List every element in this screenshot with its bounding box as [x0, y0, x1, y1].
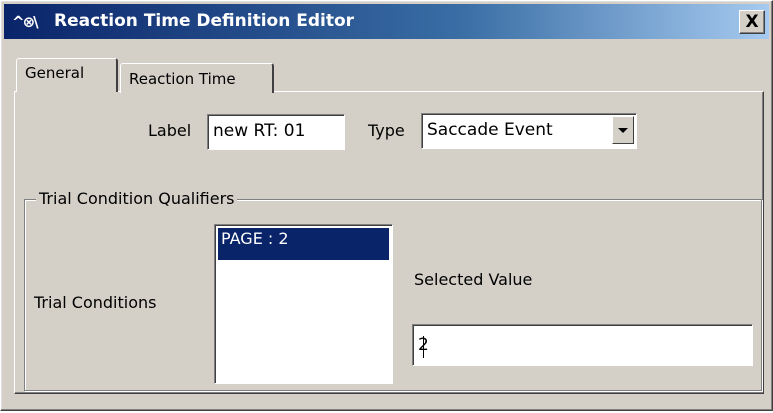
title-bar[interactable]: ^⊗\ Reaction Time Definition Editor X [4, 4, 769, 39]
list-item[interactable]: PAGE : 2 [218, 228, 389, 260]
text-caret [423, 336, 424, 358]
tab-reaction-time[interactable]: Reaction Time [120, 63, 274, 93]
window-title: Reaction Time Definition Editor [54, 11, 355, 31]
tab-reaction-time-label: Reaction Time [129, 70, 236, 88]
label-input[interactable]: new RT: 01 [207, 114, 345, 150]
close-button[interactable]: X [739, 10, 765, 34]
tab-general[interactable]: General [16, 58, 118, 92]
dropdown-button[interactable] [612, 116, 634, 144]
selected-value-input[interactable]: 2 [412, 324, 753, 366]
list-item-label: PAGE : 2 [221, 229, 289, 248]
tab-general-label: General [25, 64, 85, 82]
group-title: Trial Condition Qualifiers [36, 189, 238, 209]
chevron-down-icon [618, 128, 628, 133]
type-caption: Type [368, 121, 405, 140]
type-dropdown[interactable]: Saccade Event [421, 113, 637, 149]
label-input-value: new RT: 01 [213, 121, 306, 141]
type-dropdown-value: Saccade Event [427, 120, 553, 140]
trial-conditions-listbox[interactable]: PAGE : 2 [214, 224, 393, 384]
app-icon: ^⊗\ [12, 13, 39, 31]
label-caption: Label [148, 121, 192, 140]
selected-value-caption: Selected Value [414, 270, 533, 289]
trial-conditions-caption: Trial Conditions [34, 293, 157, 312]
close-icon: X [745, 12, 759, 32]
